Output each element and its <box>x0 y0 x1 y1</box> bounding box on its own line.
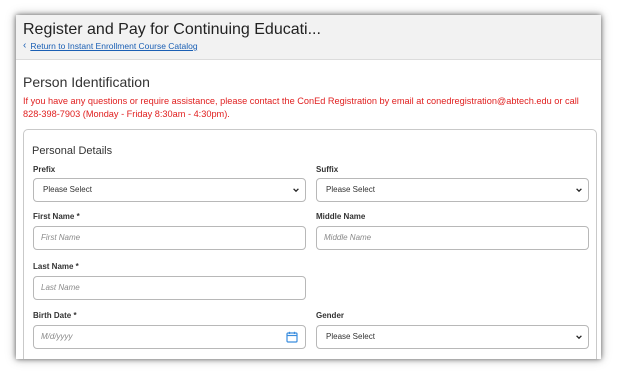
chevron-down-icon <box>576 188 582 193</box>
card-title: Personal Details <box>32 145 113 157</box>
browser-page: Register and Pay for Continuing Educati.… <box>16 15 601 359</box>
middle-name-label: Middle Name <box>316 212 366 221</box>
birth-date-placeholder: M/d/yyyy <box>41 332 73 341</box>
first-name-field[interactable]: First Name <box>33 226 306 250</box>
suffix-label: Suffix <box>316 165 339 174</box>
calendar-icon[interactable] <box>286 331 298 343</box>
chevron-down-icon <box>293 188 299 193</box>
back-link-label: Return to Instant Enrollment Course Cata… <box>30 41 198 51</box>
suffix-select[interactable]: Please Select <box>316 178 589 202</box>
last-name-placeholder: Last Name <box>41 283 80 292</box>
gender-select-value: Please Select <box>326 332 375 341</box>
gender-label: Gender <box>316 311 345 320</box>
personal-details-card: Personal Details Prefix Please Select Su… <box>23 129 597 359</box>
page-header: Register and Pay for Continuing Educati.… <box>16 15 601 60</box>
prefix-label: Prefix <box>33 165 56 174</box>
assistance-notice: If you have any questions or require ass… <box>23 96 579 119</box>
gender-select[interactable]: Please Select <box>316 325 589 349</box>
suffix-select-value: Please Select <box>326 185 375 194</box>
prefix-select-value: Please Select <box>43 185 92 194</box>
middle-name-field[interactable]: Middle Name <box>316 226 589 250</box>
last-name-label: Last Name * <box>33 262 79 271</box>
chevron-down-icon <box>576 335 582 340</box>
first-name-label: First Name * <box>33 212 80 221</box>
middle-name-placeholder: Middle Name <box>324 233 372 242</box>
birth-date-label: Birth Date * <box>33 311 77 320</box>
last-name-field[interactable]: Last Name <box>33 276 306 300</box>
section-title: Person Identification <box>23 74 150 90</box>
first-name-placeholder: First Name <box>41 233 81 242</box>
birth-date-field[interactable]: M/d/yyyy <box>33 325 306 349</box>
prefix-select[interactable]: Please Select <box>33 178 306 202</box>
page-title: Register and Pay for Continuing Educati.… <box>23 21 321 38</box>
back-to-catalog-link[interactable]: ‹ Return to Instant Enrollment Course Ca… <box>23 40 198 52</box>
chevron-left-icon: ‹ <box>23 40 27 51</box>
